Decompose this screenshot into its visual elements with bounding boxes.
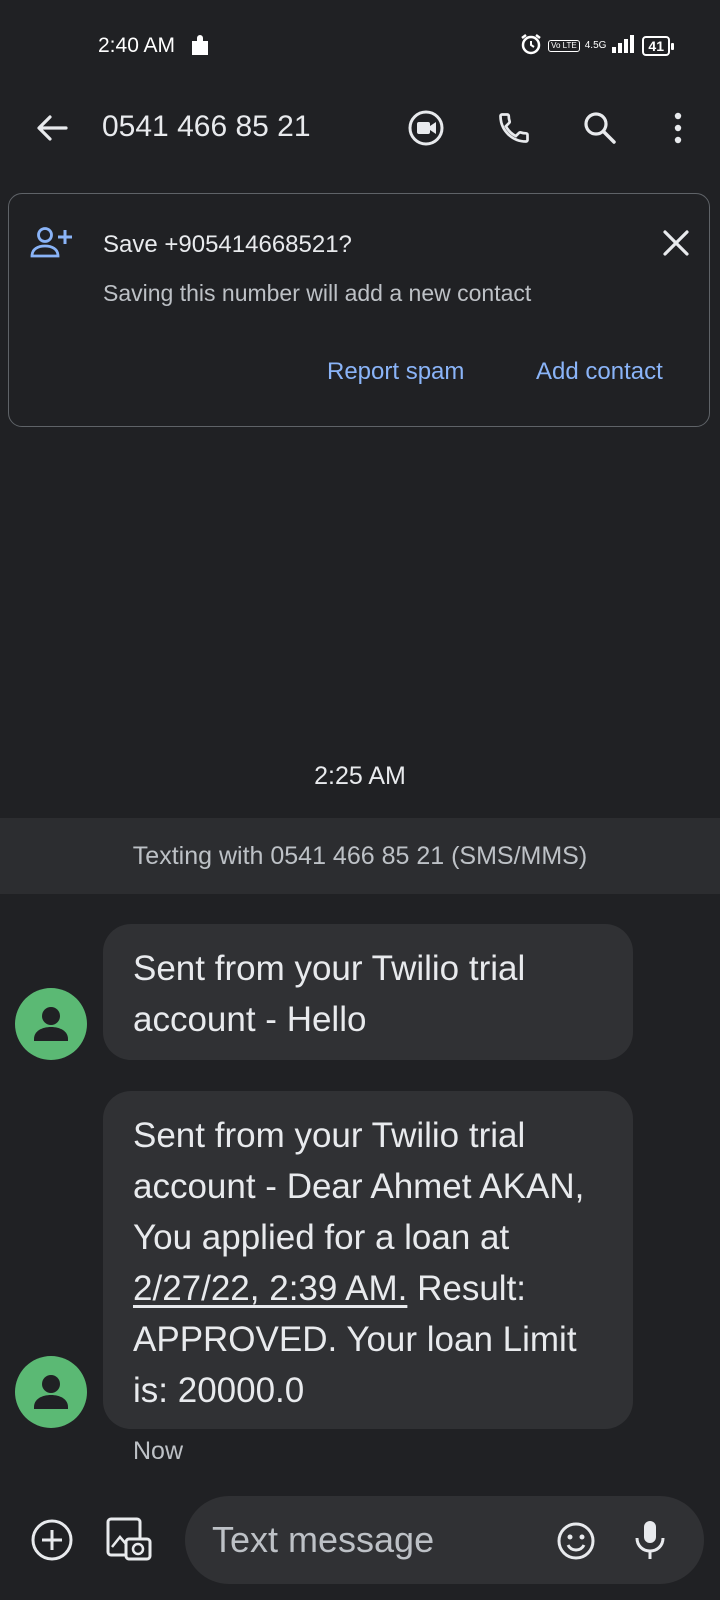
add-attachment-icon[interactable] xyxy=(30,1518,74,1562)
search-icon[interactable] xyxy=(580,108,620,148)
close-icon[interactable] xyxy=(662,229,690,262)
battery-icon: 41 xyxy=(642,35,674,56)
alarm-icon xyxy=(519,32,543,59)
report-spam-button[interactable]: Report spam xyxy=(327,358,464,386)
emoji-icon[interactable] xyxy=(556,1521,596,1561)
more-options-icon[interactable] xyxy=(658,108,698,148)
back-arrow-icon[interactable] xyxy=(34,110,70,146)
gallery-camera-icon[interactable] xyxy=(104,1515,154,1565)
date-link[interactable]: 2/27/22, 2:39 AM. xyxy=(133,1269,407,1308)
save-contact-subtitle: Saving this number will add a new contac… xyxy=(103,280,532,306)
volte-badge: Vo LTE xyxy=(548,39,580,52)
save-contact-card xyxy=(8,193,710,427)
puzzle-notification-icon xyxy=(190,35,210,62)
message-bubble[interactable]: Sent from your Twilio trial account - He… xyxy=(103,924,633,1060)
status-time: 2:40 AM xyxy=(98,34,176,57)
signal-icon xyxy=(611,35,637,56)
add-person-icon xyxy=(30,226,74,263)
message-status: Now xyxy=(133,1437,184,1465)
add-contact-button[interactable]: Add contact xyxy=(536,358,663,386)
text-message-input[interactable]: Text message xyxy=(212,1519,434,1561)
message-timestamp-header: 2:25 AM xyxy=(314,762,406,790)
avatar[interactable] xyxy=(15,988,87,1060)
conversation-title: 0541 466 85 21 xyxy=(102,110,311,143)
phone-call-icon[interactable] xyxy=(494,108,534,148)
network-type: 4.5G xyxy=(584,39,607,51)
texting-with-banner: Texting with 0541 466 85 21 (SMS/MMS) xyxy=(0,818,720,894)
message-text: Sent from your Twilio trial account - De… xyxy=(133,1116,585,1257)
video-call-icon[interactable] xyxy=(406,108,446,148)
message-text: Sent from your Twilio trial account - He… xyxy=(133,949,526,1039)
texting-with-label: Texting with 0541 466 85 21 (SMS/MMS) xyxy=(132,841,588,870)
avatar[interactable] xyxy=(15,1356,87,1428)
status-icons: Vo LTE 4.5G 41 xyxy=(519,32,674,59)
save-contact-title: Save +905414668521? xyxy=(103,231,352,258)
microphone-icon[interactable] xyxy=(632,1518,668,1562)
message-bubble[interactable]: Sent from your Twilio trial account - De… xyxy=(103,1091,633,1429)
